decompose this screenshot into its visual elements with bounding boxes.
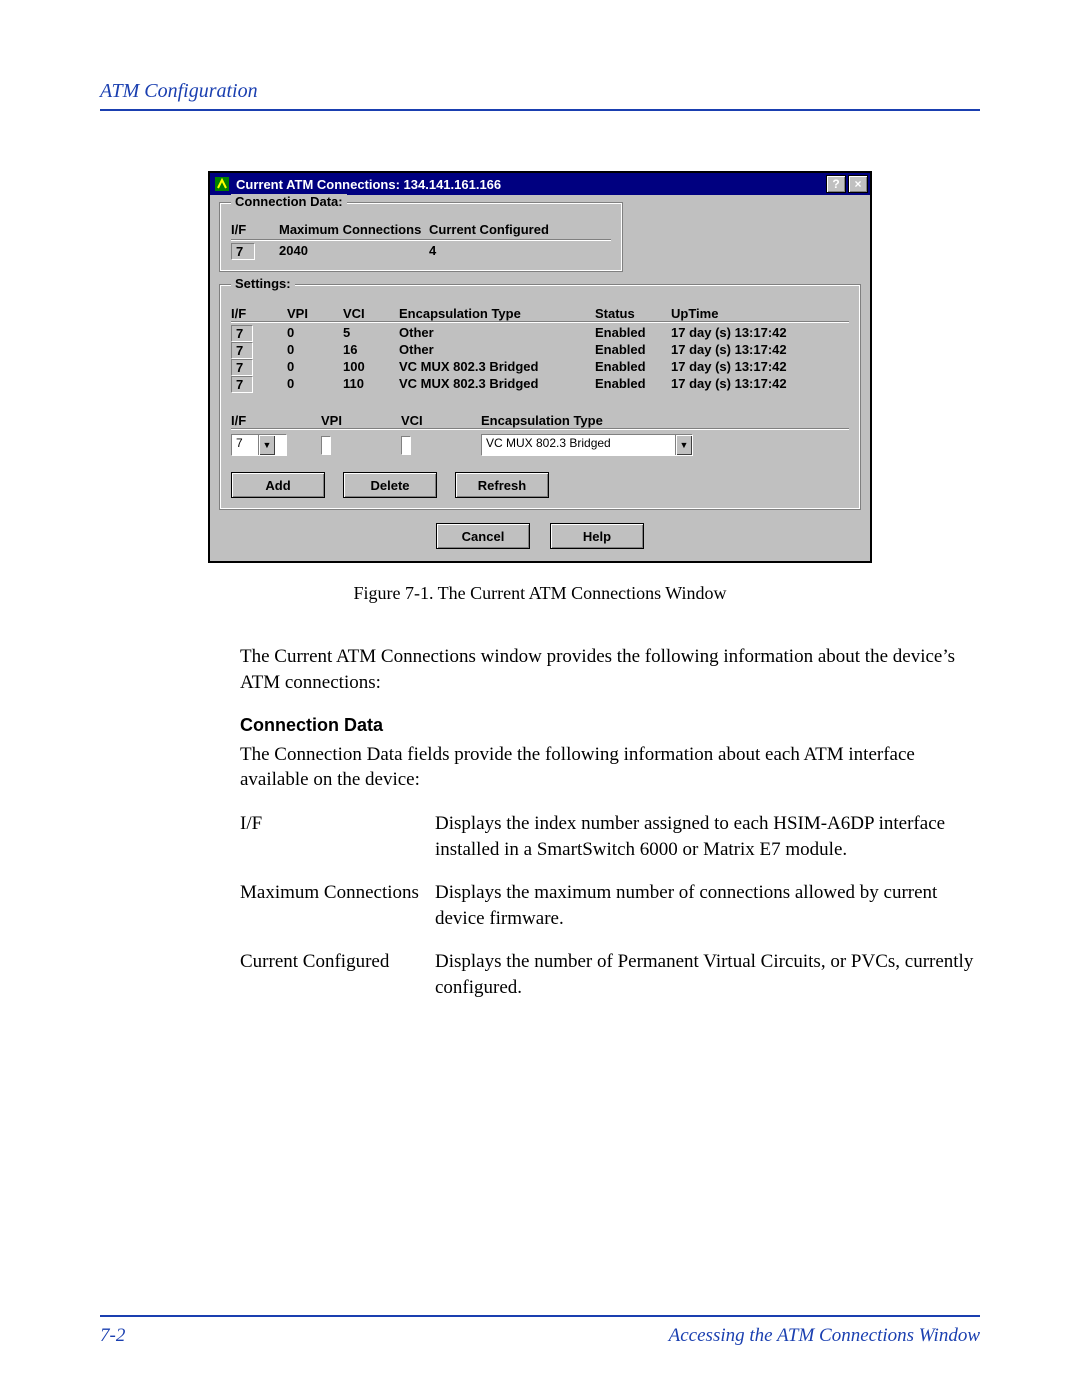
cd-head-if: I/F (231, 222, 279, 237)
cell-if: 7 (231, 325, 253, 342)
section-paragraph: The Connection Data fields provide the f… (240, 742, 980, 793)
help-button[interactable]: Help (550, 523, 644, 549)
cell-status: Enabled (595, 325, 671, 342)
figure-caption: Figure 7-1. The Current ATM Connections … (100, 583, 980, 604)
settings-rows: 7 0 5 Other Enabled 17 day (s) 13:17:42 … (231, 325, 849, 393)
vci-input[interactable] (401, 436, 411, 455)
edit-head-vpi: VPI (321, 413, 401, 428)
edit-head-if: I/F (231, 413, 321, 428)
definition-desc: Displays the index number assigned to ea… (435, 811, 980, 862)
cell-vpi: 0 (287, 325, 343, 342)
cell-vci: 100 (343, 359, 399, 376)
chevron-down-icon[interactable]: ▼ (675, 435, 692, 455)
cd-val-if: 7 (231, 243, 255, 260)
cell-vci: 5 (343, 325, 399, 342)
delete-button[interactable]: Delete (343, 472, 437, 498)
cd-head-cur: Current Configured (429, 222, 579, 237)
connection-data-group: Connection Data: I/F Maximum Connections… (220, 203, 622, 271)
cell-encap: Other (399, 342, 595, 359)
chevron-down-icon[interactable]: ▼ (258, 435, 275, 455)
edit-head-encap: Encapsulation Type (481, 413, 681, 428)
definition-desc: Displays the maximum number of connectio… (435, 880, 980, 931)
cd-val-max: 2040 (279, 243, 429, 260)
edit-head-vci: VCI (401, 413, 481, 428)
set-head-if: I/F (231, 306, 287, 321)
table-row[interactable]: 7 0 110 VC MUX 802.3 Bridged Enabled 17 … (231, 376, 849, 393)
cell-vpi: 0 (287, 359, 343, 376)
close-button[interactable]: × (848, 175, 868, 193)
set-head-encap: Encapsulation Type (399, 306, 595, 321)
definition-row: I/F Displays the index number assigned t… (240, 811, 980, 862)
page-header: ATM Configuration (100, 80, 980, 111)
table-row[interactable]: 7 0 5 Other Enabled 17 day (s) 13:17:42 (231, 325, 849, 342)
table-row[interactable]: 7 0 16 Other Enabled 17 day (s) 13:17:42 (231, 342, 849, 359)
cell-encap: VC MUX 802.3 Bridged (399, 359, 595, 376)
cell-status: Enabled (595, 376, 671, 393)
encap-combo[interactable]: VC MUX 802.3 Bridged ▼ (481, 434, 693, 456)
cell-vpi: 0 (287, 376, 343, 393)
titlebar: Current ATM Connections: 134.141.161.166… (210, 173, 870, 195)
connection-data-legend: Connection Data: (231, 194, 347, 209)
cell-encap: VC MUX 802.3 Bridged (399, 376, 595, 393)
add-button[interactable]: Add (231, 472, 325, 498)
settings-legend: Settings: (231, 276, 295, 291)
vpi-input[interactable] (321, 436, 331, 455)
dialog-title: Current ATM Connections: 134.141.161.166 (236, 177, 824, 192)
refresh-button[interactable]: Refresh (455, 472, 549, 498)
page-footer: 7-2 Accessing the ATM Connections Window (100, 1315, 980, 1347)
header-title: ATM Configuration (100, 80, 258, 102)
atm-connections-dialog: Current ATM Connections: 134.141.161.166… (208, 171, 872, 563)
cell-vci: 16 (343, 342, 399, 359)
cancel-button[interactable]: Cancel (436, 523, 530, 549)
definition-row: Current Configured Displays the number o… (240, 949, 980, 1000)
definition-term: I/F (240, 811, 435, 862)
table-row[interactable]: 7 0 100 VC MUX 802.3 Bridged Enabled 17 … (231, 359, 849, 376)
definition-row: Maximum Connections Displays the maximum… (240, 880, 980, 931)
body-text: The Current ATM Connections window provi… (240, 644, 980, 1001)
cell-uptime: 17 day (s) 13:17:42 (671, 325, 841, 342)
if-combo-value: 7 (232, 435, 258, 455)
cell-vci: 110 (343, 376, 399, 393)
page-number: 7-2 (100, 1325, 125, 1347)
app-icon (214, 176, 230, 192)
cell-if: 7 (231, 359, 253, 376)
cell-status: Enabled (595, 359, 671, 376)
encap-combo-value: VC MUX 802.3 Bridged (482, 435, 675, 455)
cell-uptime: 17 day (s) 13:17:42 (671, 376, 841, 393)
set-head-vci: VCI (343, 306, 399, 321)
definition-term: Maximum Connections (240, 880, 435, 931)
intro-paragraph: The Current ATM Connections window provi… (240, 644, 980, 695)
set-head-status: Status (595, 306, 671, 321)
context-help-button[interactable]: ? (826, 175, 846, 193)
cell-encap: Other (399, 325, 595, 342)
set-head-uptime: UpTime (671, 306, 841, 321)
cell-uptime: 17 day (s) 13:17:42 (671, 359, 841, 376)
cell-uptime: 17 day (s) 13:17:42 (671, 342, 841, 359)
cell-if: 7 (231, 376, 253, 393)
set-head-vpi: VPI (287, 306, 343, 321)
cell-status: Enabled (595, 342, 671, 359)
cell-vpi: 0 (287, 342, 343, 359)
definition-term: Current Configured (240, 949, 435, 1000)
settings-group: Settings: I/F VPI VCI Encapsulation Type… (220, 285, 860, 509)
footer-title: Accessing the ATM Connections Window (669, 1325, 980, 1347)
cd-head-max: Maximum Connections (279, 222, 429, 237)
cell-if: 7 (231, 342, 253, 359)
cd-val-cur: 4 (429, 243, 579, 260)
if-combo[interactable]: 7 ▼ (231, 434, 287, 456)
definition-desc: Displays the number of Permanent Virtual… (435, 949, 980, 1000)
connection-data-heading: Connection Data (240, 713, 980, 737)
